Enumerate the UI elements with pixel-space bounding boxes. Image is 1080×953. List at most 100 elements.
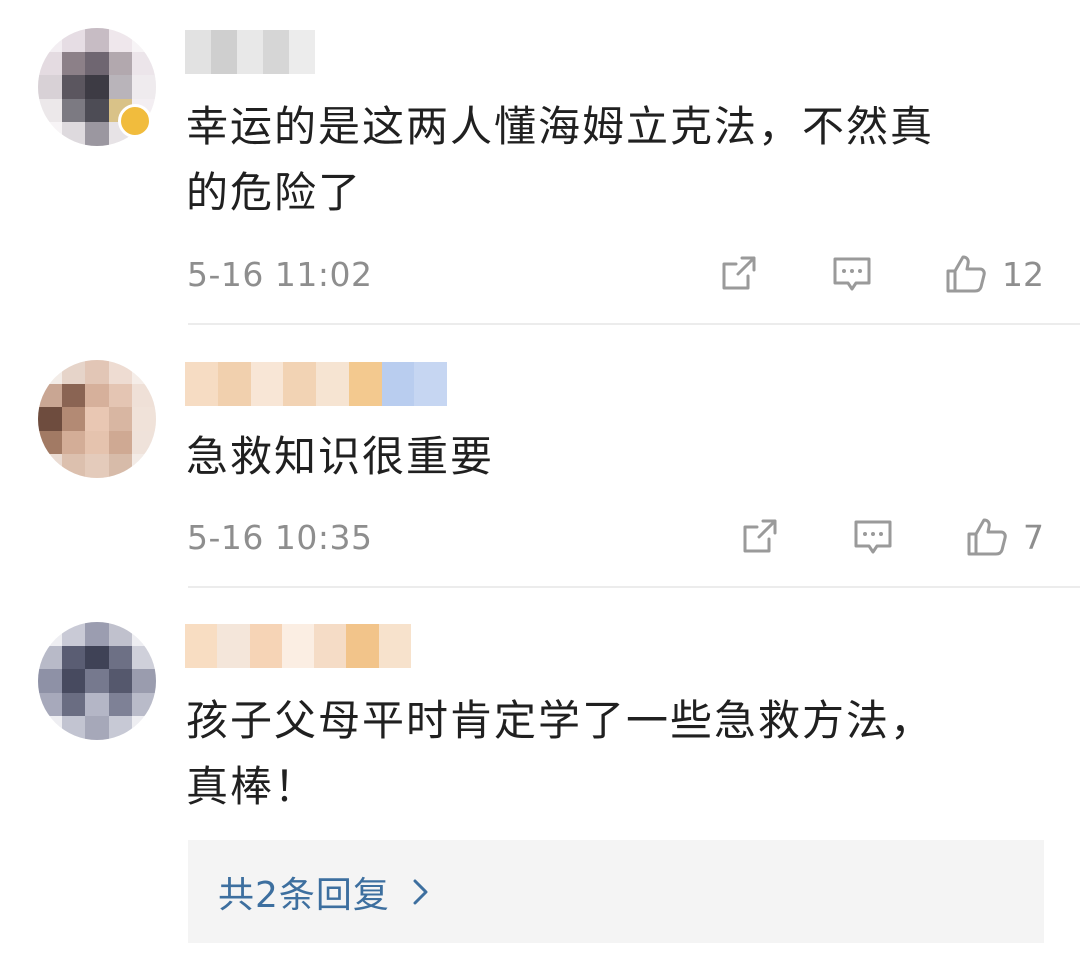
username-blurred[interactable] [185, 624, 411, 668]
avatar-pixel [38, 383, 62, 408]
avatar-pixel [38, 51, 62, 76]
username-blur-block [237, 30, 263, 74]
avatar-pixel [132, 383, 156, 408]
divider [188, 586, 1080, 588]
verified-badge-icon [118, 104, 152, 138]
avatar-pixel [108, 383, 133, 408]
avatar-pixel [85, 716, 109, 740]
username-blur-block [316, 362, 349, 406]
comment-text: 急救知识很重要 [186, 432, 495, 481]
like-button[interactable]: 7 [965, 515, 1044, 559]
username-blurred[interactable] [185, 362, 447, 406]
comment-text: 孩子父母平时肯定学了一些急救方法， 真棒！ [186, 696, 935, 811]
avatar-pixel [85, 454, 109, 478]
view-replies-button[interactable]: 共2条回复 [188, 840, 1044, 943]
avatar-pixel [38, 75, 62, 99]
avatar-pixel [108, 645, 133, 670]
like-count: 7 [1023, 517, 1044, 557]
avatar-pixel [38, 454, 62, 478]
avatar-pixel [38, 669, 62, 693]
avatar-pixel [61, 51, 86, 76]
username-blur-block [289, 30, 315, 74]
like-button[interactable]: 12 [944, 252, 1044, 296]
username-blur-block [211, 30, 237, 74]
avatar-pixel [38, 407, 62, 431]
share-icon[interactable] [737, 515, 781, 559]
avatar-pixel [132, 430, 156, 455]
username-blur-block [283, 362, 316, 406]
avatar-pixel [61, 407, 86, 431]
username-blur-block [250, 362, 284, 406]
avatar-pixel [108, 692, 133, 717]
thumbs-up-icon [965, 515, 1009, 559]
avatar-pixel [85, 407, 109, 431]
comment-actions: 12 [716, 252, 1044, 296]
avatar[interactable] [38, 360, 156, 478]
comment-text: 幸运的是这两人懂海姆立克法，不然真 的危险了 [186, 102, 935, 217]
avatar-pixel [61, 716, 86, 740]
avatar-pixel [85, 669, 109, 693]
avatar-pixel [108, 454, 133, 478]
username-blur-block [185, 624, 218, 668]
comment-actions: 7 [737, 515, 1044, 559]
avatar-pixel [61, 645, 86, 670]
avatar-pixel [38, 98, 62, 123]
comment-icon[interactable] [851, 515, 895, 559]
avatar-pixel [85, 622, 109, 646]
username-blurred[interactable] [185, 30, 315, 74]
avatar-pixel [108, 407, 133, 431]
username-blur-block [185, 30, 211, 74]
username-blur-block [217, 362, 251, 406]
avatar-pixel [38, 122, 62, 146]
avatar-pixel [108, 360, 133, 384]
avatar-pixel [108, 430, 133, 455]
avatar-pixel [132, 28, 156, 52]
like-count: 12 [1002, 254, 1044, 294]
replies-label: 共2条回复 [218, 874, 390, 916]
avatar-pixel [61, 98, 86, 123]
avatar-pixel [132, 692, 156, 717]
comment-time: 5-16 10:35 [187, 518, 373, 557]
avatar-pixel [132, 645, 156, 670]
avatar-pixel [61, 28, 86, 52]
avatar-pixel [38, 716, 62, 740]
avatar-pixel [85, 360, 109, 384]
avatar-pixel [38, 622, 62, 646]
avatar-pixel [108, 28, 133, 52]
avatar-pixel [38, 360, 62, 384]
avatar-pixel [85, 122, 109, 146]
avatar-pixel [108, 622, 133, 646]
avatar-pixel [61, 383, 86, 408]
avatar[interactable] [38, 622, 156, 740]
chevron-right-icon [410, 876, 432, 908]
avatar-pixel [61, 669, 86, 693]
avatar-pixel [61, 75, 86, 99]
avatar-pixel [61, 692, 86, 717]
avatar-pixel [85, 28, 109, 52]
avatar-pixel [61, 454, 86, 478]
avatar-pixel [85, 645, 109, 670]
share-icon[interactable] [716, 252, 760, 296]
avatar-pixel [38, 430, 62, 455]
divider [188, 323, 1080, 325]
avatar-pixel [108, 51, 133, 76]
avatar-pixel [38, 692, 62, 717]
username-blur-block [414, 362, 447, 406]
comment-icon[interactable] [830, 252, 874, 296]
username-blur-block [249, 624, 282, 668]
avatar-pixel [85, 383, 109, 408]
username-blur-block [281, 624, 315, 668]
avatar-pixel [132, 75, 156, 99]
avatar-pixel [38, 28, 62, 52]
comment-time: 5-16 11:02 [187, 255, 373, 294]
avatar-pixel [85, 692, 109, 717]
avatar-pixel [132, 360, 156, 384]
username-blur-block [185, 362, 218, 406]
thumbs-up-icon [944, 252, 988, 296]
avatar-pixel [61, 122, 86, 146]
avatar-pixel [38, 645, 62, 670]
avatar-pixel [85, 75, 109, 99]
username-blur-block [346, 624, 379, 668]
username-blur-block [314, 624, 347, 668]
avatar-pixel [132, 51, 156, 76]
